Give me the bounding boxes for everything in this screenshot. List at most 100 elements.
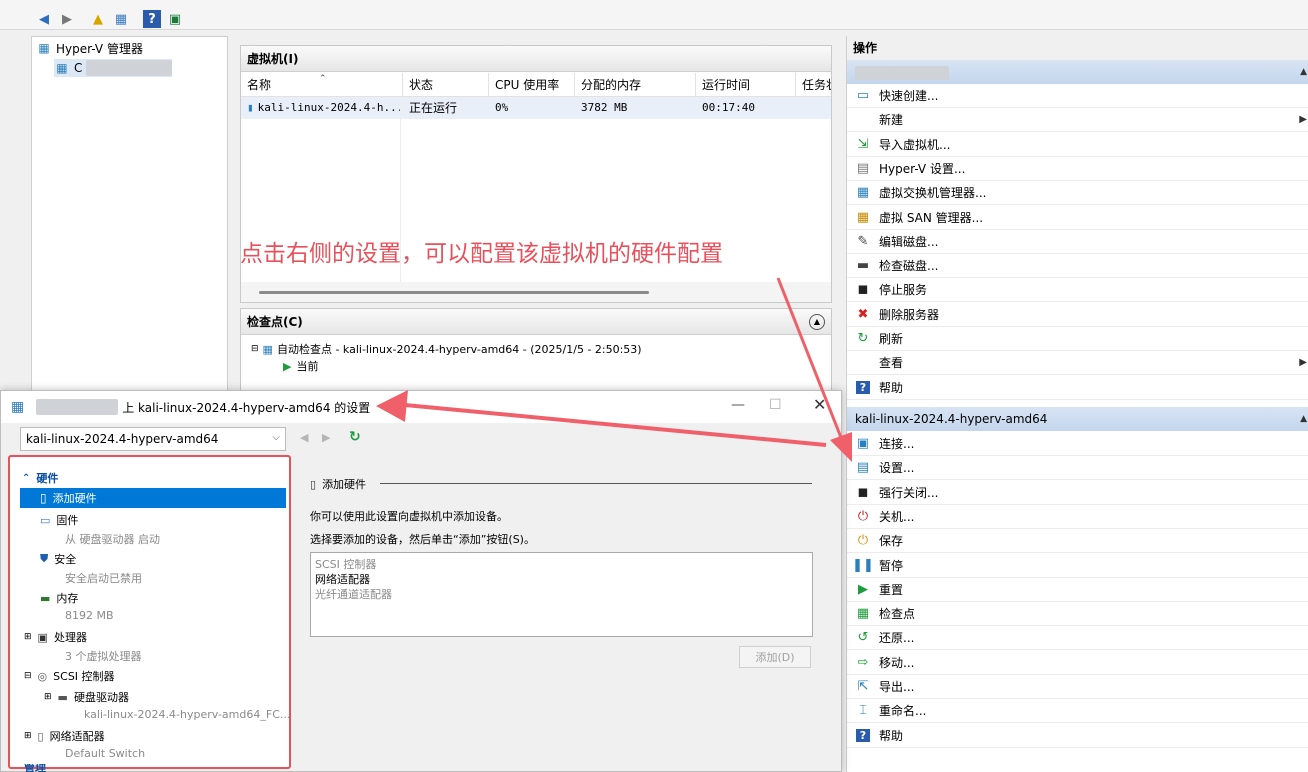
hardware-item-add[interactable]: ▯ 添加硬件 — [20, 488, 286, 508]
management-header-cut[interactable]: 管理 — [24, 764, 46, 772]
tree-root-label: Hyper-V 管理器 — [56, 41, 143, 56]
tree-collapse-icon[interactable]: ⊟ — [24, 671, 32, 681]
action-item[interactable]: ⇱ 导出... — [847, 675, 1308, 699]
close-icon[interactable]: ✕ — [813, 395, 826, 414]
forward-arrow-icon[interactable]: ▶ — [58, 10, 76, 28]
column-header[interactable]: 分配的内存 — [575, 73, 696, 97]
action-item[interactable]: ▤ Hyper-V 设置... — [847, 157, 1308, 181]
action-item[interactable]: ▭ 快速创建... — [847, 84, 1308, 108]
hardware-list: ⌃ 硬件 ▯ 添加硬件 ▭ 固件 从 硬盘驱动器 启动 ⛊ 安全 安全启动已禁用… — [8, 455, 291, 769]
submenu-arrow-icon[interactable]: ▶ — [1299, 114, 1307, 125]
current-state-item[interactable]: ▶ 当前 — [283, 358, 318, 374]
hardware-item-scsi[interactable]: ⊟ ◎ SCSI 控制器 — [24, 668, 115, 684]
action-item[interactable]: ❚❚ 暂停 — [847, 554, 1308, 578]
action-item[interactable]: ▦ 检查点 — [847, 602, 1308, 627]
action-item[interactable]: ◼ 强行关闭... — [847, 481, 1308, 505]
action-item[interactable]: 查看 ▶ — [847, 351, 1308, 376]
add-hardware-icon: ▯ — [310, 477, 317, 491]
list-item[interactable]: SCSI 控制器 — [315, 556, 376, 572]
main-toolbar: ◀ ▶ ▲ ▦ ? ▣ — [0, 0, 1308, 30]
submenu-arrow-icon[interactable]: ▶ — [1299, 357, 1307, 368]
action-label: 重命名... — [879, 704, 927, 719]
scrollbar-thumb[interactable] — [259, 291, 649, 294]
action-label: 关机... — [879, 509, 915, 524]
collapse-panel-icon[interactable]: ▲ — [809, 313, 825, 330]
add-hardware-icon: ▯ — [40, 491, 47, 505]
hardware-item-security[interactable]: ⛊ 安全 — [40, 551, 76, 567]
action-item[interactable]: ? 帮助 — [847, 376, 1308, 400]
action-item[interactable]: ▦ 虚拟 SAN 管理器... — [847, 206, 1308, 230]
delete-icon: ✖ — [857, 306, 869, 322]
action-item[interactable]: ◼ 停止服务 — [847, 278, 1308, 303]
checkpoint-item[interactable]: ⊟ ▦ 自动检查点 - kali-linux-2024.4-hyperv-amd… — [251, 341, 642, 357]
action-item[interactable]: ⇨ 移动... — [847, 651, 1308, 675]
action-item[interactable]: ⇲ 导入虚拟机... — [847, 133, 1308, 157]
hardware-item-sub: 从 硬盘驱动器 启动 — [65, 533, 160, 546]
show-tree-icon[interactable]: ▦ — [112, 10, 130, 28]
action-label: 设置... — [879, 461, 915, 476]
folder-up-icon[interactable]: ▲ — [89, 10, 107, 28]
collapse-caret-icon[interactable]: ▲ — [1300, 60, 1307, 84]
table-row[interactable]: ▮ kali-linux-2024.4-h... 正在运行 0% 3782 MB… — [241, 97, 831, 119]
tree-expand-icon[interactable]: ⊞ — [24, 731, 32, 741]
list-item[interactable]: 光纤通道适配器 — [315, 586, 392, 602]
action-item[interactable]: ▶ 重置 — [847, 578, 1308, 602]
column-header[interactable]: 任务状 — [796, 73, 831, 97]
hardware-item-firmware[interactable]: ▭ 固件 — [40, 512, 78, 528]
hardware-item-network[interactable]: ⊞ ▯ 网络适配器 — [24, 728, 105, 744]
hardware-header[interactable]: ⌃ 硬件 — [22, 470, 58, 486]
device-listbox[interactable]: SCSI 控制器 网络适配器 光纤通道适配器 — [310, 552, 813, 637]
action-item[interactable]: ⏻ 保存 — [847, 529, 1308, 554]
tree-expand-icon[interactable]: ⊞ — [44, 692, 52, 702]
san-icon: ▦ — [856, 209, 870, 225]
dialog-titlebar[interactable]: ▦ 上 kali-linux-2024.4-hyperv-amd64 的设置 —… — [1, 391, 841, 423]
collapse-chevron-icon[interactable]: ⌃ — [22, 473, 30, 484]
action-item[interactable]: 新建 ▶ — [847, 108, 1308, 133]
hardware-item-hard-drive[interactable]: ⊞ ▬ 硬盘驱动器 — [44, 689, 129, 705]
vm-section-header[interactable]: kali-linux-2024.4-hyperv-amd64 ▲ — [847, 407, 1308, 431]
tree-root-hyperv-manager[interactable]: ▦ Hyper-V 管理器 — [36, 39, 143, 57]
actions-header: 操作 — [847, 36, 1308, 60]
maximize-icon[interactable]: ☐ — [769, 397, 782, 413]
refresh-icon[interactable]: ↻ — [349, 429, 361, 445]
action-item[interactable]: ▬ 检查磁盘... — [847, 254, 1308, 279]
back-arrow-icon[interactable]: ◀ — [35, 10, 53, 28]
action-item[interactable]: ⌶ 重命名... — [847, 699, 1308, 724]
action-item[interactable]: ▦ 虚拟交换机管理器... — [847, 181, 1308, 206]
horizontal-scrollbar[interactable] — [241, 282, 831, 302]
action-item[interactable]: ? 帮助 — [847, 724, 1308, 748]
action-item[interactable]: ↺ 还原... — [847, 626, 1308, 651]
collapse-caret-icon[interactable]: ▲ — [1300, 407, 1307, 431]
action-label: 暂停 — [879, 558, 904, 573]
column-header[interactable]: 状态 — [403, 73, 489, 97]
dialog-title: 上 kali-linux-2024.4-hyperv-amd64 的设置 — [122, 400, 371, 415]
tree-collapse-icon[interactable]: ⊟ — [251, 344, 259, 354]
action-item[interactable]: ⏻ 关机... — [847, 505, 1308, 529]
action-item[interactable]: ✖ 删除服务器 — [847, 303, 1308, 327]
scsi-controller-icon: ◎ — [37, 669, 48, 683]
action-label: 编辑磁盘... — [879, 234, 939, 249]
hardware-item-processor[interactable]: ⊞ ▣ 处理器 — [24, 629, 87, 645]
action-item[interactable]: ▤ 设置... — [847, 456, 1308, 481]
add-button[interactable]: 添加(D) — [739, 646, 811, 668]
action-label: 重置 — [879, 582, 904, 597]
action-item[interactable]: ▣ 连接... — [847, 432, 1308, 456]
tree-host-node[interactable]: ▦ C — [54, 59, 172, 77]
properties-icon[interactable]: ▣ — [166, 10, 184, 28]
previous-icon[interactable]: ◀ — [300, 431, 308, 444]
help-icon[interactable]: ? — [143, 10, 161, 28]
next-icon[interactable]: ▶ — [322, 431, 330, 444]
list-item[interactable]: 网络适配器 — [315, 571, 370, 587]
vm-select-dropdown[interactable]: kali-linux-2024.4-hyperv-amd64 ⌵ — [20, 427, 286, 451]
minimize-icon[interactable]: — — [731, 397, 745, 413]
column-header[interactable]: CPU 使用率 — [489, 73, 575, 97]
chevron-down-icon[interactable]: ⌵ — [272, 432, 280, 443]
tree-expand-icon[interactable]: ⊞ — [24, 632, 32, 642]
hardware-item-memory[interactable]: ▬ 内存 — [40, 590, 78, 606]
action-label: 删除服务器 — [879, 307, 940, 322]
column-header[interactable]: 运行时间 — [696, 73, 796, 97]
action-item[interactable]: ✎ 编辑磁盘... — [847, 230, 1308, 254]
host-section-header[interactable]: ▲ — [847, 60, 1308, 84]
panel-title: 添加硬件 — [322, 478, 367, 491]
action-item[interactable]: ↻ 刷新 — [847, 327, 1308, 351]
